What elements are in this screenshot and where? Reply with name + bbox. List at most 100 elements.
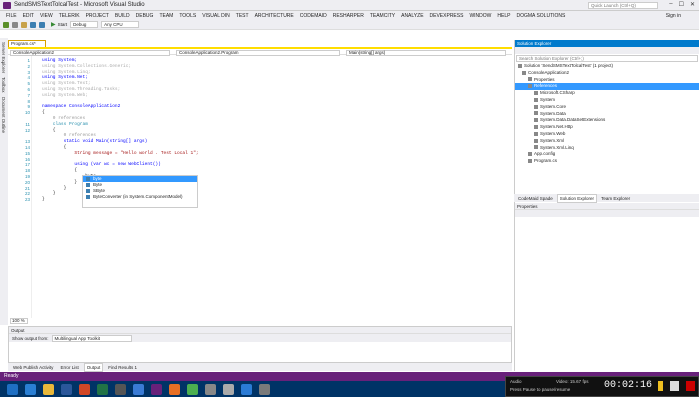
completion-label: byte (93, 176, 102, 181)
menu-item[interactable]: TELERIK (59, 13, 80, 19)
intellisense-popup[interactable]: byte Byte SByte ByteConverter (in System.Co… (82, 175, 198, 208)
menu-item[interactable]: DEVEXPRESS (430, 13, 464, 19)
stop-icon[interactable] (670, 381, 679, 391)
tree-node[interactable]: System.Web (515, 131, 699, 138)
bottom-tab[interactable]: Output (83, 362, 104, 372)
type-icon (86, 177, 90, 181)
excel-icon[interactable] (97, 383, 108, 395)
line-number: 19 (24, 174, 30, 179)
left-tab[interactable]: Server Explorer (1, 42, 6, 73)
ie-icon[interactable] (25, 383, 36, 395)
menu-item[interactable]: TEAMCITY (370, 13, 395, 19)
panel-tab[interactable]: CodeMaid Spade (516, 195, 555, 202)
folder-icon[interactable] (43, 383, 54, 395)
tree-node[interactable]: System.Data (515, 111, 699, 118)
menu-item[interactable]: HELP (497, 13, 510, 19)
bottom-tab[interactable]: Find Results 1 (106, 364, 139, 371)
menu-item[interactable]: WINDOW (469, 13, 491, 19)
app2-icon[interactable] (205, 383, 216, 395)
record-icon[interactable] (686, 381, 695, 391)
line-number: 12 (24, 127, 30, 133)
document-tab-program[interactable]: Program.cs* (8, 40, 46, 47)
save-icon[interactable] (30, 21, 36, 28)
zoom-level[interactable]: 100 % (10, 318, 28, 324)
chrome-icon[interactable] (187, 383, 198, 395)
tree-node[interactable]: System.Xml (515, 138, 699, 145)
node-label: System.Net.Http (540, 124, 573, 130)
platform-select[interactable]: Any CPU (101, 21, 140, 28)
config-select[interactable]: Debug (70, 21, 99, 28)
tree-node[interactable]: References (515, 83, 699, 91)
firefox-icon[interactable] (169, 383, 180, 395)
solution-search-input[interactable]: Search Solution Explorer (Ctrl+;) (516, 55, 698, 62)
bottom-tab[interactable]: Error List (58, 364, 80, 371)
tree-node[interactable]: System.Core (515, 104, 699, 111)
visual-studio-icon[interactable] (151, 383, 162, 395)
tree-node[interactable]: Solution 'SendSMSTextTolcalTest' (1 proj… (515, 63, 699, 70)
start-icon[interactable] (7, 383, 18, 395)
word-icon[interactable] (61, 383, 72, 395)
tree-node[interactable]: ConsoleApplication2 (515, 70, 699, 77)
menu-item[interactable]: CODEMAID (300, 13, 327, 19)
menu-item[interactable]: FILE (6, 13, 17, 19)
media-icon[interactable] (133, 383, 144, 395)
left-tab[interactable]: Document Outline (1, 97, 6, 133)
line-number: 9 (27, 104, 30, 110)
tree-node[interactable]: Program.cs (515, 158, 699, 165)
minimize-icon[interactable]: – (669, 1, 672, 8)
node-label: System (540, 96, 556, 102)
menu-item[interactable]: DOGMA SOLUTIONS (516, 13, 565, 19)
node-icon (522, 70, 526, 75)
menu-item[interactable]: RESHARPER (333, 13, 364, 19)
tree-node[interactable]: System (515, 97, 699, 104)
menu-item[interactable]: VISUAL DIN (202, 13, 230, 19)
completion-item[interactable]: ByteConverter (in System.ComponentModel) (83, 194, 197, 200)
tree-node[interactable]: Properties (515, 77, 699, 84)
maximize-icon[interactable]: ☐ (679, 1, 684, 8)
tree-node[interactable]: System.Xml.Linq (515, 145, 699, 152)
title-bar: SendSMSTextTolcalTest - Microsoft Visual… (0, 0, 699, 11)
menu-item[interactable]: EDIT (23, 13, 34, 19)
menu-item[interactable]: DEBUG (136, 13, 154, 19)
tree-node[interactable]: Microsoft.CSharp (515, 90, 699, 97)
skype-icon[interactable] (241, 383, 252, 395)
quick-launch-input[interactable]: Quick Launch (Ctrl+Q) (588, 2, 658, 9)
panel-tab[interactable]: Solution Explorer (556, 193, 598, 203)
app3-icon[interactable] (223, 383, 234, 395)
menu-item[interactable]: ANALYZE (401, 13, 423, 19)
start-button[interactable]: Start (58, 22, 68, 27)
close-icon[interactable]: ✕ (690, 1, 695, 8)
line-number: 13 (24, 139, 30, 145)
powerpoint-icon[interactable] (79, 383, 90, 395)
tree-node[interactable]: App.config (515, 151, 699, 158)
node-icon (534, 111, 538, 116)
line-number: 4 (27, 75, 30, 81)
output-source-select[interactable]: Multilingual App Toolkit (51, 334, 132, 342)
menu-item[interactable]: VIEW (40, 13, 53, 19)
pause-icon[interactable] (658, 381, 663, 391)
code-line: } (42, 191, 56, 197)
code-line: class Program (42, 121, 88, 127)
sign-in-link[interactable]: Sign in (666, 13, 681, 19)
menu-item[interactable]: TOOLS (179, 13, 196, 19)
app-icon[interactable] (115, 383, 126, 395)
panel-tab[interactable]: Team Explorer (599, 195, 632, 202)
forward-icon[interactable] (12, 21, 18, 28)
tree-node[interactable]: System.Data.DataSetExtensions (515, 117, 699, 124)
left-tab[interactable]: Toolbox (1, 77, 6, 93)
properties-toolbar (515, 210, 699, 217)
left-tool-tabs: Server Explorer Toolbox Document Outline (0, 38, 8, 325)
save-all-icon[interactable] (39, 21, 45, 28)
menu-item[interactable]: TEAM (159, 13, 173, 19)
start-icon[interactable]: ▶ (51, 21, 56, 28)
menu-item[interactable]: TEST (236, 13, 249, 19)
menu-item[interactable]: PROJECT (86, 13, 109, 19)
tree-node[interactable]: System.Net.Http (515, 124, 699, 131)
menu-item[interactable]: BUILD (115, 13, 130, 19)
app4-icon[interactable] (259, 383, 270, 395)
menu-item[interactable]: ARCHITECTURE (255, 13, 294, 19)
open-icon[interactable] (21, 21, 27, 28)
bottom-tab[interactable]: Web Publish Activity (11, 364, 55, 371)
back-icon[interactable] (3, 21, 9, 28)
line-number: 3 (27, 69, 30, 75)
